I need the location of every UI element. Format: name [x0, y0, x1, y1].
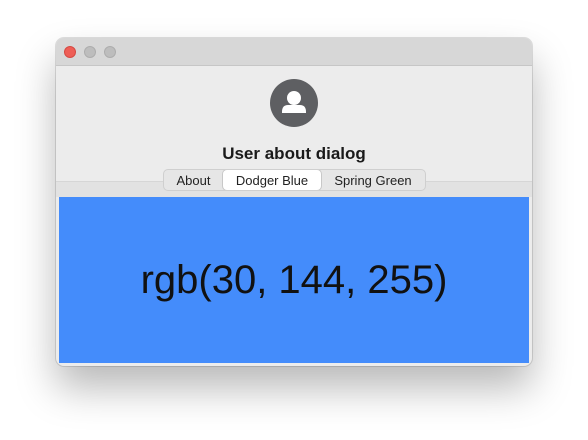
tab-bar: About Dodger Blue Spring Green: [163, 169, 426, 191]
close-window-button[interactable]: [64, 46, 76, 58]
dialog-title: User about dialog: [222, 144, 366, 163]
tab-spring-green[interactable]: Spring Green: [321, 170, 425, 190]
zoom-window-button[interactable]: [104, 46, 116, 58]
user-avatar-icon: [270, 79, 318, 127]
person-icon: [282, 91, 306, 113]
rgb-value-label: rgb(30, 144, 255): [140, 257, 448, 302]
minimize-window-button[interactable]: [84, 46, 96, 58]
title-bar[interactable]: [56, 38, 532, 66]
tab-about[interactable]: About: [164, 170, 223, 190]
tab-dodger-blue[interactable]: Dodger Blue: [223, 170, 321, 190]
color-swatch-panel: rgb(30, 144, 255): [59, 197, 529, 363]
about-dialog-window: User about dialog About Dodger Blue Spri…: [56, 38, 532, 366]
